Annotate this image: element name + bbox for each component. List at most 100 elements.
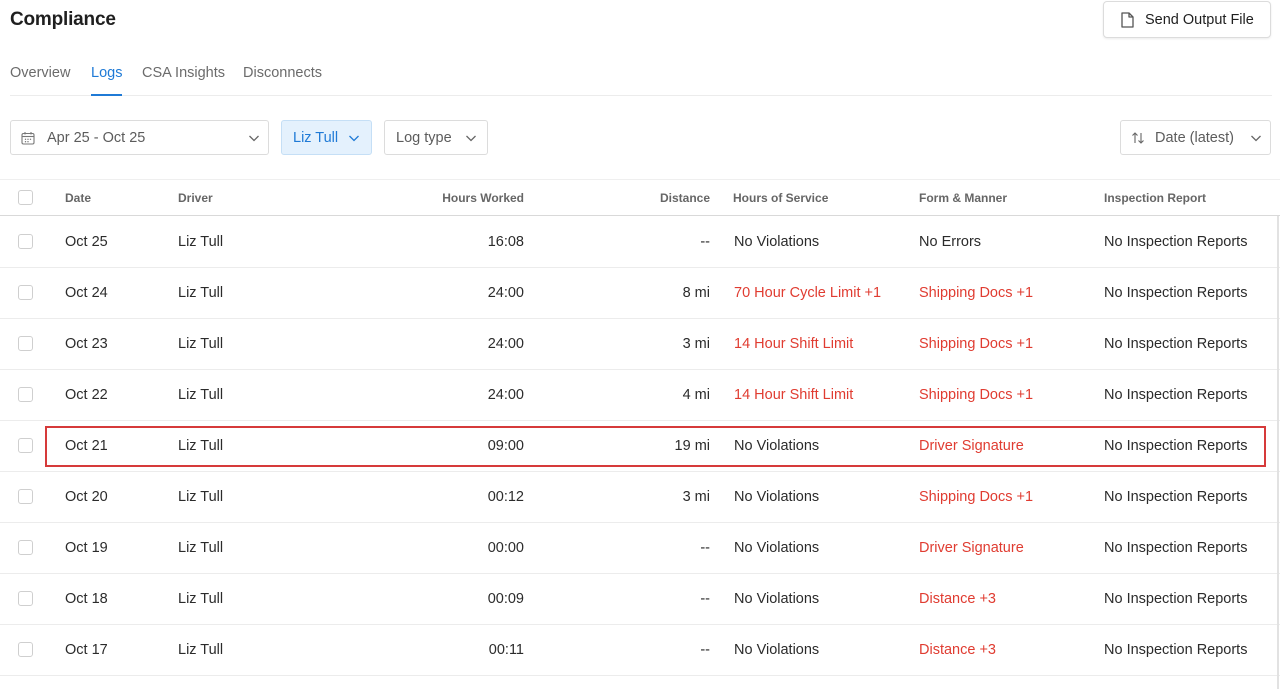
cell-hours-worked: 16:08 xyxy=(487,234,524,250)
cell-inspection-report: No Inspection Reports xyxy=(1104,336,1248,352)
date-range-picker[interactable]: Apr 25 - Oct 25 xyxy=(10,120,269,155)
cell-driver: Liz Tull xyxy=(178,234,224,250)
select-all-checkbox[interactable] xyxy=(18,190,33,205)
cell-driver: Liz Tull xyxy=(178,540,224,556)
cell-inspection-report: No Inspection Reports xyxy=(1104,591,1248,607)
row-checkbox[interactable] xyxy=(18,591,33,606)
log-type-filter[interactable]: Log type xyxy=(384,120,488,155)
cell-hours-of-service: No Violations xyxy=(734,642,820,658)
cell-hours-worked: 00:09 xyxy=(487,591,524,607)
chevron-down-icon xyxy=(248,132,260,144)
cell-hours-of-service[interactable]: 14 Hour Shift Limit xyxy=(734,387,853,403)
column-header-inspection-report[interactable]: Inspection Report xyxy=(1104,191,1206,205)
cell-form-and-manner[interactable]: Shipping Docs +1 xyxy=(919,285,1033,301)
cell-distance: 8 mi xyxy=(682,285,710,301)
table-row[interactable]: Oct 21 Liz Tull 09:00 19 mi No Violations Dri… xyxy=(0,421,1280,472)
chevron-down-icon xyxy=(465,132,477,144)
cell-form-and-manner[interactable]: Distance +3 xyxy=(919,591,996,607)
cell-hours-worked: 09:00 xyxy=(487,438,524,454)
cell-inspection-report: No Inspection Reports xyxy=(1104,285,1248,301)
cell-form-and-manner: No Errors xyxy=(919,234,982,250)
table-row[interactable]: Oct 24 Liz Tull 24:00 8 mi 70 Hour Cycle Lim… xyxy=(0,268,1280,319)
driver-filter[interactable]: Liz Tull xyxy=(281,120,372,155)
row-checkbox[interactable] xyxy=(18,234,33,249)
file-icon xyxy=(1120,11,1134,28)
send-output-file-button[interactable]: Send Output File xyxy=(1103,1,1271,38)
cell-hours-worked: 24:00 xyxy=(487,387,524,403)
table-row[interactable]: Oct 22 Liz Tull 24:00 4 mi 14 Hour Shift Lim… xyxy=(0,370,1280,421)
cell-form-and-manner[interactable]: Driver Signature xyxy=(919,540,1024,556)
cell-distance: 4 mi xyxy=(682,387,710,403)
tab-logs[interactable]: Logs xyxy=(91,65,123,96)
row-checkbox[interactable] xyxy=(18,489,33,504)
table-row[interactable]: Oct 19 Liz Tull 00:00 -- No Violations Driver… xyxy=(0,523,1280,574)
page-title: Compliance xyxy=(10,9,116,30)
cell-date: Oct 23 xyxy=(65,336,108,352)
cell-form-and-manner[interactable]: Shipping Docs +1 xyxy=(919,336,1033,352)
sort-dropdown[interactable]: Date (latest) xyxy=(1120,120,1271,155)
cell-inspection-report: No Inspection Reports xyxy=(1104,540,1248,556)
cell-hours-of-service: No Violations xyxy=(734,234,820,250)
sort-icon xyxy=(1131,131,1145,145)
calendar-icon xyxy=(21,131,35,145)
column-header-date[interactable]: Date xyxy=(65,191,91,205)
cell-form-and-manner[interactable]: Distance +3 xyxy=(919,642,996,658)
cell-hours-of-service[interactable]: 70 Hour Cycle Limit +1 xyxy=(734,285,881,301)
table-row[interactable]: Oct 17 Liz Tull 00:11 -- No Violations Distan… xyxy=(0,625,1280,676)
tab-bar: Overview Logs CSA Insights Disconnects xyxy=(10,60,1272,96)
cell-hours-worked: 24:00 xyxy=(487,336,524,352)
cell-inspection-report: No Inspection Reports xyxy=(1104,438,1248,454)
column-header-hours-of-service[interactable]: Hours of Service xyxy=(733,191,828,205)
row-checkbox[interactable] xyxy=(18,438,33,453)
row-checkbox[interactable] xyxy=(18,642,33,657)
cell-hours-worked: 00:00 xyxy=(487,540,524,556)
cell-driver: Liz Tull xyxy=(178,387,224,403)
table-row[interactable]: Oct 25 Liz Tull 16:08 -- No Violations No Err… xyxy=(0,217,1280,268)
cell-distance: -- xyxy=(700,234,710,250)
cell-form-and-manner[interactable]: Driver Signature xyxy=(919,438,1024,454)
cell-driver: Liz Tull xyxy=(178,591,224,607)
cell-form-and-manner[interactable]: Shipping Docs +1 xyxy=(919,387,1033,403)
tab-disconnects[interactable]: Disconnects xyxy=(243,65,322,96)
column-header-form-and-manner[interactable]: Form & Manner xyxy=(919,191,1007,205)
row-checkbox[interactable] xyxy=(18,387,33,402)
table-row[interactable]: Oct 18 Liz Tull 00:09 -- No Violations Distan… xyxy=(0,574,1280,625)
cell-form-and-manner[interactable]: Shipping Docs +1 xyxy=(919,489,1033,505)
table-header: Date Driver Hours Worked Distance Hours … xyxy=(0,179,1280,216)
cell-hours-worked: 00:12 xyxy=(487,489,524,505)
cell-date: Oct 17 xyxy=(65,642,108,658)
table-row[interactable]: Oct 20 Liz Tull 00:12 3 mi No Violations Ship… xyxy=(0,472,1280,523)
date-range-value: Apr 25 - Oct 25 xyxy=(47,129,146,146)
sort-value: Date (latest) xyxy=(1155,129,1234,146)
column-header-hours-worked[interactable]: Hours Worked xyxy=(384,191,524,205)
tab-csa-insights[interactable]: CSA Insights xyxy=(142,65,225,96)
cell-driver: Liz Tull xyxy=(178,285,224,301)
cell-driver: Liz Tull xyxy=(178,489,224,505)
log-type-label: Log type xyxy=(396,129,452,146)
cell-driver: Liz Tull xyxy=(178,642,224,658)
scrollbar[interactable] xyxy=(1277,216,1279,689)
chevron-down-icon xyxy=(348,132,360,144)
cell-distance: 3 mi xyxy=(682,489,710,505)
cell-date: Oct 21 xyxy=(65,438,108,454)
cell-distance: -- xyxy=(700,540,710,556)
table-row[interactable]: Oct 23 Liz Tull 24:00 3 mi 14 Hour Shift Lim… xyxy=(0,319,1280,370)
cell-inspection-report: No Inspection Reports xyxy=(1104,234,1248,250)
cell-hours-of-service[interactable]: 14 Hour Shift Limit xyxy=(734,336,853,352)
cell-hours-worked: 00:11 xyxy=(488,642,524,658)
column-header-distance[interactable]: Distance xyxy=(590,191,710,205)
cell-date: Oct 25 xyxy=(65,234,108,250)
row-checkbox[interactable] xyxy=(18,540,33,555)
cell-date: Oct 19 xyxy=(65,540,108,556)
driver-filter-value: Liz Tull xyxy=(293,129,339,146)
cell-date: Oct 20 xyxy=(65,489,108,505)
row-checkbox[interactable] xyxy=(18,336,33,351)
row-checkbox[interactable] xyxy=(18,285,33,300)
cell-date: Oct 18 xyxy=(65,591,108,607)
tab-overview[interactable]: Overview xyxy=(10,65,70,96)
chevron-down-icon xyxy=(1250,132,1262,144)
column-header-driver[interactable]: Driver xyxy=(178,191,213,205)
cell-inspection-report: No Inspection Reports xyxy=(1104,642,1248,658)
cell-hours-of-service: No Violations xyxy=(734,438,820,454)
cell-date: Oct 22 xyxy=(65,387,108,403)
